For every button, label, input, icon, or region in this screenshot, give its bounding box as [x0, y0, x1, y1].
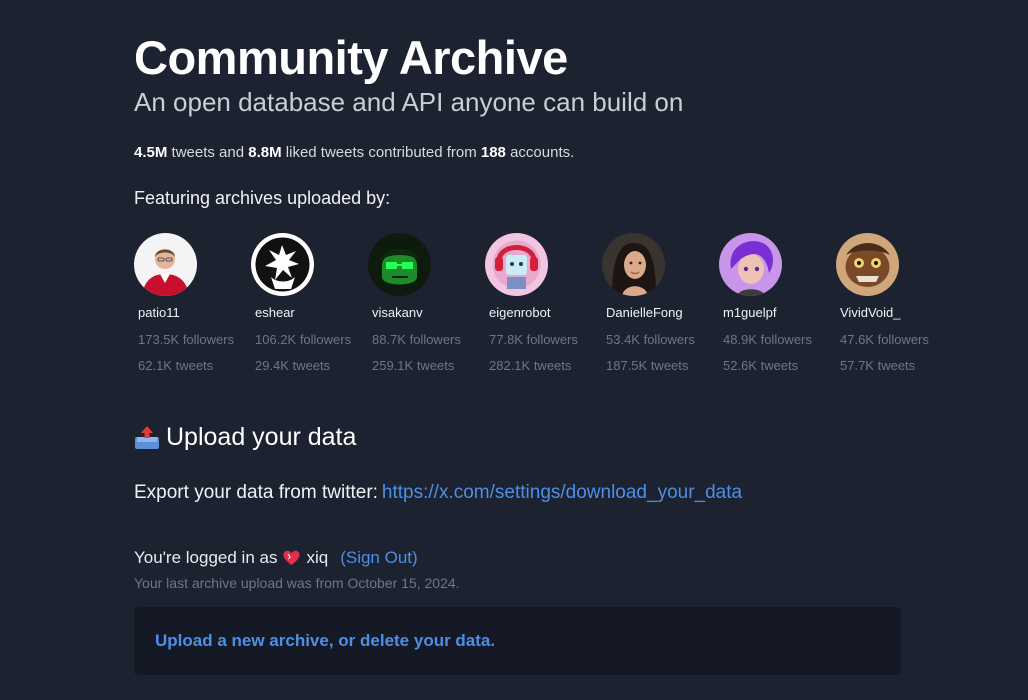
archive-stats: 4.5M tweets and 8.8M liked tweets contri…	[134, 144, 574, 161]
avatar-man-red-shirt[interactable]	[134, 233, 197, 296]
account-followers: 88.7K followers	[372, 332, 461, 347]
export-data-link[interactable]: https://x.com/settings/download_your_dat…	[382, 482, 742, 503]
account-followers: 173.5K followers	[138, 332, 235, 347]
username: xiq	[306, 548, 329, 567]
avatar-bw-illustration[interactable]	[251, 233, 314, 296]
featuring-label: Featuring archives uploaded by:	[134, 188, 391, 208]
account-tweets: 187.5K tweets	[606, 358, 689, 373]
account-tweets: 259.1K tweets	[372, 358, 455, 373]
liked-text: liked tweets contributed from	[281, 144, 481, 161]
featured-accounts: patio11 173.5K followers 62.1K tweets es…	[134, 233, 954, 383]
avatar-woman-photo[interactable]	[602, 233, 665, 296]
liked-count: 8.8M	[248, 144, 282, 161]
account-card-patio11[interactable]: patio11 173.5K followers 62.1K tweets	[134, 233, 251, 373]
last-upload-info: Your last archive upload was from Octobe…	[134, 575, 460, 591]
account-tweets: 57.7K tweets	[840, 358, 916, 373]
upload-panel: Upload a new archive, or delete your dat…	[134, 607, 901, 675]
tweets-text: tweets and	[167, 144, 249, 161]
account-card-eshear[interactable]: eshear 106.2K followers 29.4K tweets	[251, 233, 368, 373]
account-card-visakanv[interactable]: visakanv 88.7K followers 259.1K tweets	[368, 233, 485, 373]
logged-in-prefix: You're logged in as	[134, 548, 278, 567]
account-handle[interactable]: patio11	[138, 305, 180, 320]
account-followers: 48.9K followers	[723, 332, 812, 347]
account-handle[interactable]: eshear	[255, 305, 295, 320]
login-status: You're logged in as xiq (Sign Out)	[134, 548, 418, 568]
accounts-count: 188	[480, 144, 506, 161]
upload-section-heading: Upload your data	[134, 423, 356, 452]
accounts-text: accounts.	[505, 144, 575, 161]
page-title: Community Archive	[134, 31, 568, 84]
account-handle[interactable]: eigenrobot	[489, 305, 550, 320]
account-handle[interactable]: visakanv	[372, 305, 423, 320]
account-tweets: 52.6K tweets	[723, 358, 799, 373]
account-tweets: 282.1K tweets	[489, 358, 572, 373]
upload-archive-link[interactable]: Upload a new archive, or delete your dat…	[155, 631, 495, 651]
avatar-green-glasses[interactable]	[368, 233, 431, 296]
heart-icon	[283, 550, 300, 565]
export-instructions: Export your data from twitter: https://x.…	[134, 482, 742, 504]
account-handle[interactable]: m1guelpf	[723, 305, 776, 320]
outbox-tray-icon	[135, 425, 159, 449]
account-handle[interactable]: VividVoid_	[840, 305, 900, 320]
avatar-brown-creature[interactable]	[836, 233, 899, 296]
account-tweets: 29.4K tweets	[255, 358, 331, 373]
page-subtitle: An open database and API anyone can buil…	[134, 87, 684, 117]
account-card-vividvoid[interactable]: VividVoid_ 47.6K followers 57.7K tweets	[836, 233, 953, 373]
export-label: Export your data from twitter:	[134, 482, 378, 503]
upload-heading-text: Upload your data	[166, 423, 357, 451]
account-card-daniellefong[interactable]: DanielleFong 53.4K followers 187.5K twee…	[602, 233, 719, 373]
avatar-purple-hair[interactable]	[719, 233, 782, 296]
account-followers: 106.2K followers	[255, 332, 352, 347]
tweets-count: 4.5M	[134, 144, 168, 161]
avatar-pink-robot[interactable]	[485, 233, 548, 296]
account-followers: 77.8K followers	[489, 332, 578, 347]
account-card-m1guelpf[interactable]: m1guelpf 48.9K followers 52.6K tweets	[719, 233, 836, 373]
account-card-eigenrobot[interactable]: eigenrobot 77.8K followers 282.1K tweets	[485, 233, 602, 373]
sign-out-link[interactable]: (Sign Out)	[340, 548, 417, 568]
account-handle[interactable]: DanielleFong	[606, 305, 683, 320]
account-tweets: 62.1K tweets	[138, 358, 214, 373]
account-followers: 53.4K followers	[606, 332, 695, 347]
account-followers: 47.6K followers	[840, 332, 929, 347]
